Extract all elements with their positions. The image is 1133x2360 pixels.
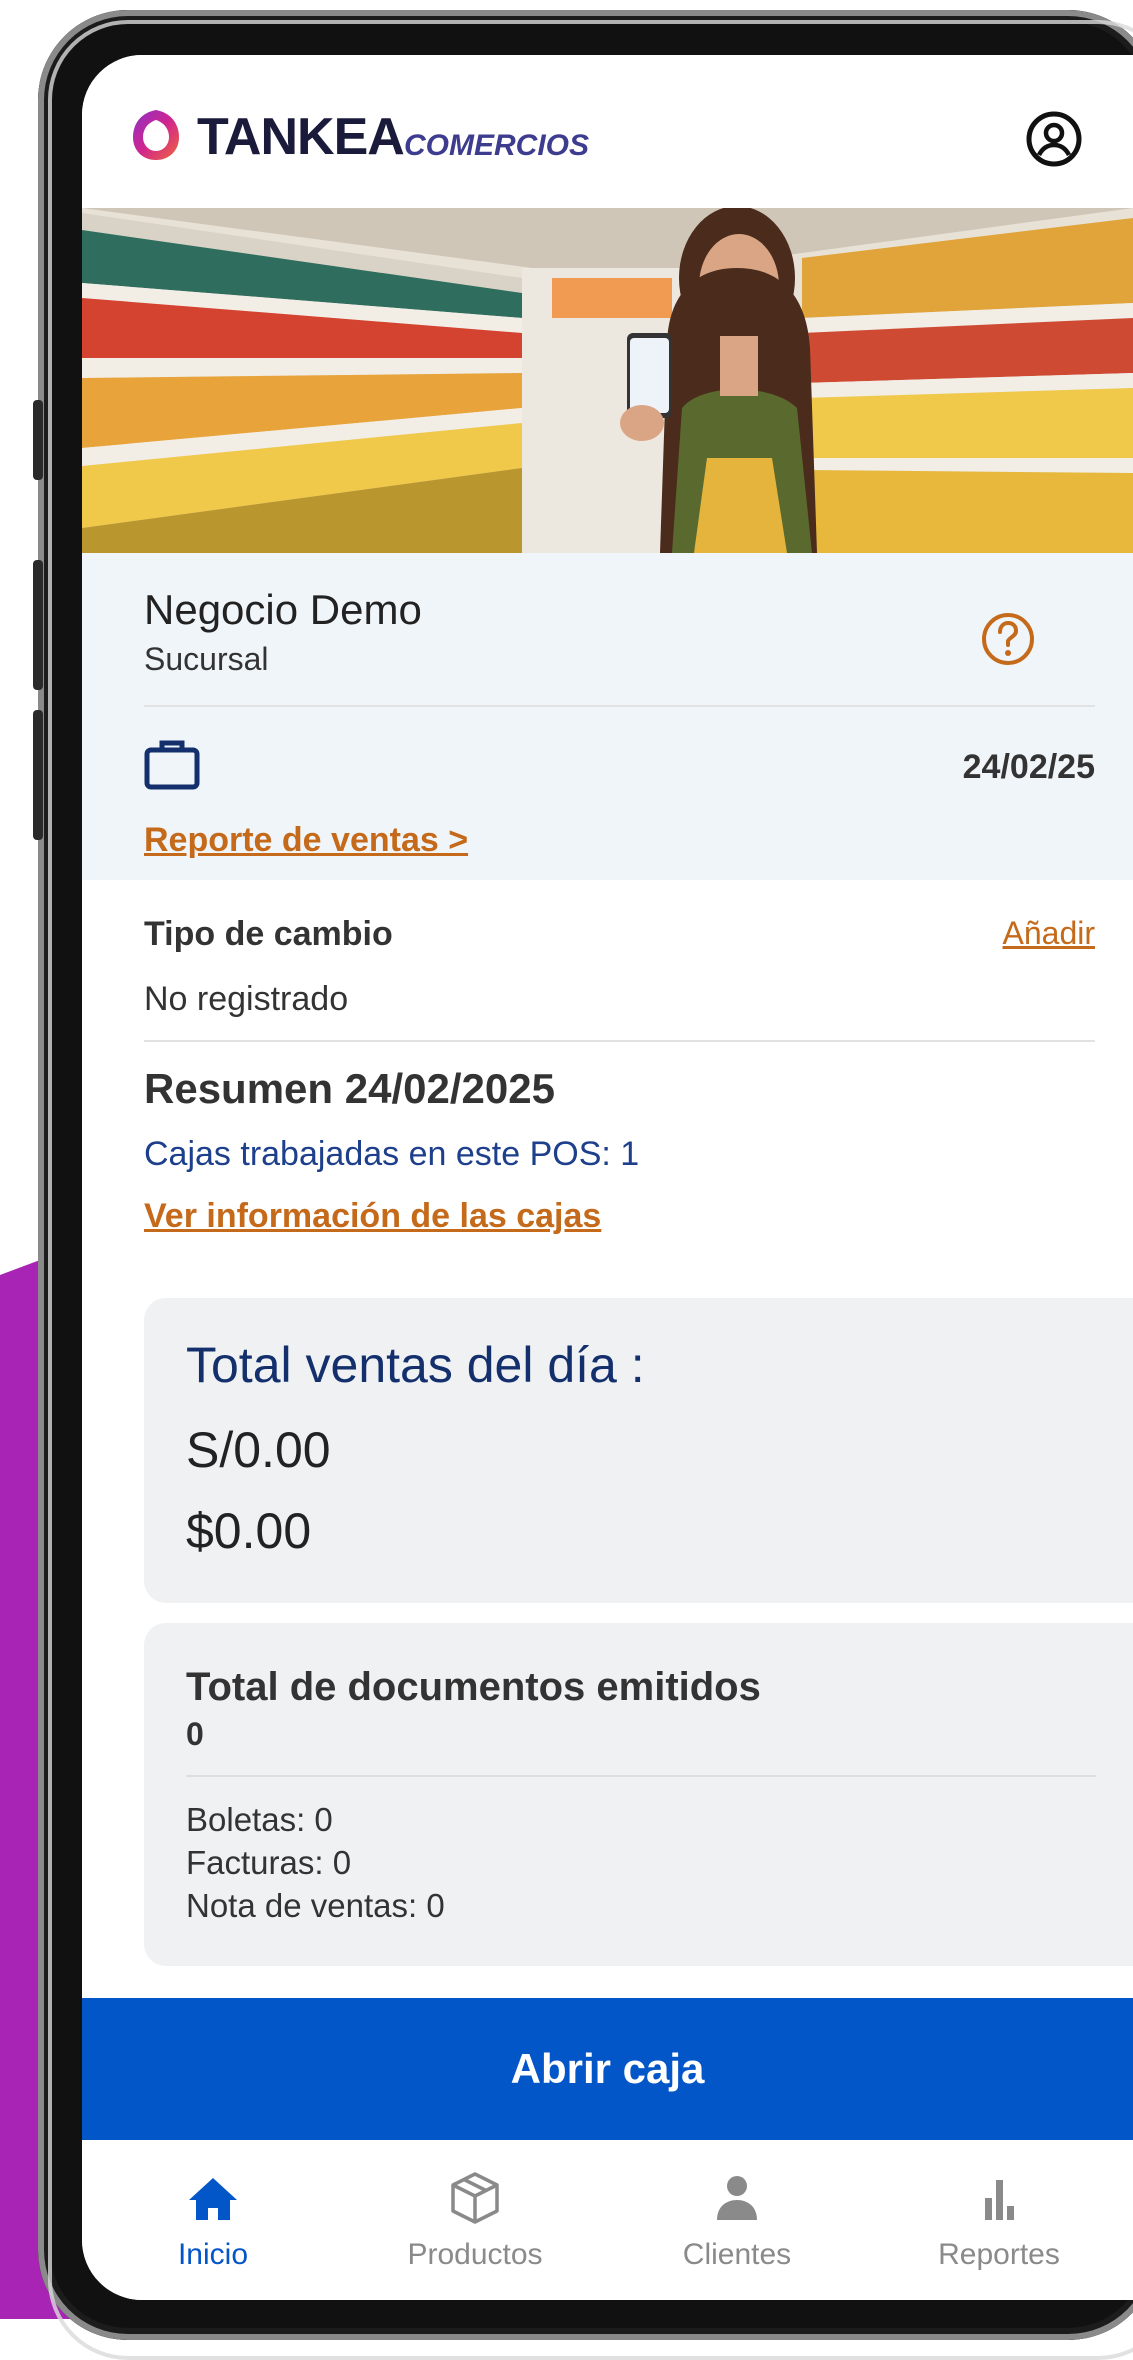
business-date: 24/02/25 (962, 748, 1095, 786)
tankea-logo-icon (133, 110, 179, 160)
exchange-rate-label: Tipo de cambio (144, 915, 393, 953)
briefcase-icon (144, 740, 200, 790)
divider (186, 1775, 1096, 1777)
home-icon (189, 2178, 237, 2220)
app-screen: TANKEA COMERCIOS Negocio Demo Sucursal 2… (82, 55, 1133, 2300)
hero-banner-image (82, 208, 1133, 553)
nav-label-reportes: Reportes (938, 2238, 1060, 2271)
nav-label-clientes: Clientes (682, 2238, 792, 2271)
bar-chart-icon (985, 2180, 1014, 2220)
daily-sales-title: Total ventas del día : (186, 1337, 645, 1393)
documents-count: 0 (186, 1716, 204, 1752)
cash-registers-count: Cajas trabajadas en este POS: 1 (144, 1135, 640, 1173)
phone-side-button (33, 710, 43, 840)
boletas-count: Boletas: 0 (186, 1801, 333, 1838)
nav-label-productos: Productos (407, 2238, 543, 2271)
add-exchange-rate-link[interactable]: Añadir (1003, 915, 1096, 952)
documents-title: Total de documentos emitidos (186, 1665, 761, 1709)
phone-side-button (33, 560, 43, 690)
user-circle-icon[interactable] (1025, 110, 1083, 168)
facturas-count: Facturas: 0 (186, 1844, 352, 1881)
nav-item-clientes[interactable]: Clientes (606, 2140, 868, 2300)
person-icon (717, 2176, 757, 2220)
exchange-rate-status: No registrado (144, 980, 349, 1018)
sales-notes-count: Nota de ventas: 0 (186, 1887, 445, 1924)
app-header: TANKEA COMERCIOS (82, 55, 1133, 208)
nav-item-reportes[interactable]: Reportes (868, 2140, 1130, 2300)
bottom-navigation: Inicio Productos Clientes Reportes (82, 2140, 1133, 2300)
sales-dollars-value: $0.00 (186, 1503, 312, 1559)
help-circle-icon[interactable] (979, 610, 1037, 668)
box-icon (451, 2172, 499, 2224)
sales-report-link[interactable]: Reporte de ventas > (144, 821, 468, 860)
nav-item-inicio[interactable]: Inicio (82, 2140, 344, 2300)
daily-sales-card: Total ventas del día : S/0.00 $0.00 (144, 1298, 1133, 1603)
business-name: Negocio Demo (144, 586, 422, 633)
business-info-card: Negocio Demo Sucursal 24/02/25 Reporte d… (82, 553, 1133, 880)
nav-item-productos[interactable]: Productos (344, 2140, 606, 2300)
phone-side-button (33, 400, 43, 480)
open-register-button[interactable]: Abrir caja (82, 1998, 1133, 2140)
nav-label-inicio: Inicio (177, 2238, 249, 2271)
divider (144, 1040, 1095, 1042)
brand-name: TANKEA (197, 108, 405, 166)
summary-title: Resumen 24/02/2025 (144, 1065, 555, 1112)
brand-subtitle: COMERCIOS (404, 129, 590, 162)
business-branch: Sucursal (144, 641, 269, 677)
divider (144, 705, 1095, 707)
view-registers-link[interactable]: Ver información de las cajas (144, 1197, 601, 1236)
sales-soles-value: S/0.00 (186, 1422, 331, 1478)
documents-card: Total de documentos emitidos 0 Boletas: … (144, 1623, 1133, 1966)
